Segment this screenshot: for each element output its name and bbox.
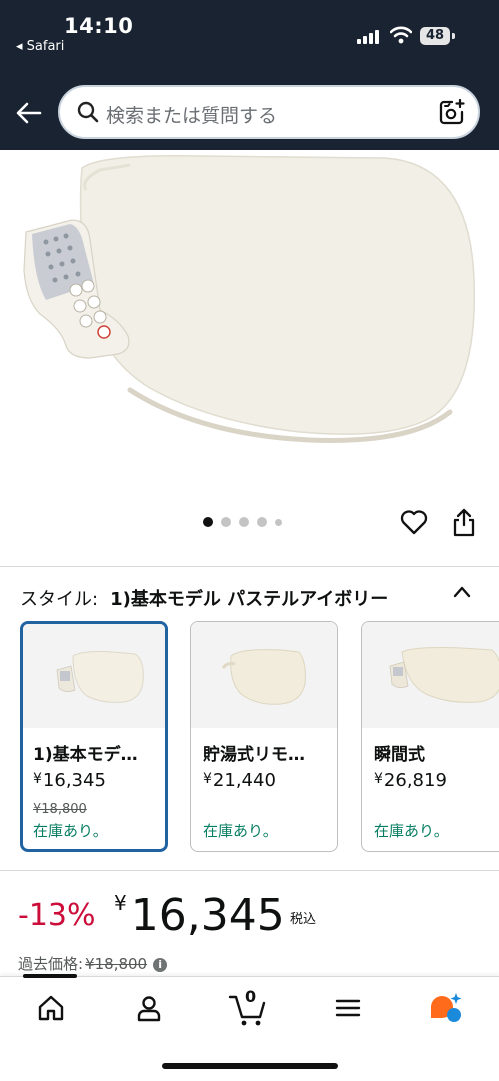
discount-percent: -13% bbox=[18, 898, 96, 933]
carousel-dot[interactable] bbox=[203, 517, 213, 527]
style-option-image bbox=[191, 622, 337, 728]
status-time: 14:10 bbox=[64, 14, 134, 38]
style-option-title: 貯湯式リモ… bbox=[203, 745, 305, 765]
style-option-card-basic[interactable]: 1)基本モデ… ¥16,345 ¥18,800 在庫あり。 bbox=[20, 621, 168, 852]
account-icon[interactable] bbox=[134, 993, 164, 1023]
style-option-card-storage[interactable]: 貯湯式リモ… ¥21,440 在庫あり。 bbox=[190, 621, 338, 852]
top-header: 14:10 ◂ Safari 48 検索または質問する bbox=[0, 0, 499, 150]
home-icon[interactable] bbox=[36, 993, 66, 1023]
search-placeholder: 検索または質問する bbox=[106, 105, 278, 127]
info-icon[interactable]: i bbox=[153, 958, 168, 972]
carousel-dot[interactable] bbox=[257, 517, 267, 527]
style-option-price-value: 16,345 bbox=[42, 770, 106, 791]
carousel-dot[interactable] bbox=[275, 518, 282, 526]
cart-button[interactable]: 0 bbox=[228, 987, 268, 1027]
currency-symbol: ¥ bbox=[114, 891, 127, 915]
style-option-stock: 在庫あり。 bbox=[203, 822, 278, 840]
past-price: 過去価格: ¥18,800 i bbox=[18, 953, 168, 974]
past-price-value: ¥18,800 bbox=[85, 955, 148, 973]
selected-style-name: 1)基本モデル パステルアイボリー bbox=[110, 589, 389, 610]
section-divider bbox=[0, 566, 499, 567]
back-to-safari-link[interactable]: ◂ Safari bbox=[16, 39, 64, 54]
carousel-dot[interactable] bbox=[239, 517, 249, 527]
style-option-image bbox=[362, 622, 499, 728]
style-option-price: ¥16,345 bbox=[33, 770, 106, 791]
heart-icon[interactable] bbox=[400, 509, 428, 535]
back-arrow-icon[interactable] bbox=[14, 98, 44, 128]
cart-count: 0 bbox=[245, 987, 257, 1006]
battery-indicator: 48 bbox=[420, 27, 450, 45]
past-price-label: 過去価格: bbox=[18, 955, 84, 973]
style-option-title: 1)基本モデ… bbox=[33, 745, 138, 765]
current-price-value: 16,345 bbox=[130, 890, 285, 941]
battery-nub bbox=[452, 33, 455, 39]
style-option-title: 瞬間式 bbox=[374, 745, 425, 765]
search-input[interactable]: 検索または質問する bbox=[58, 85, 480, 139]
rufus-icon[interactable] bbox=[428, 991, 464, 1025]
style-option-price-value: 21,440 bbox=[212, 770, 276, 791]
current-price: ¥16,345 bbox=[114, 890, 285, 941]
chevron-up-icon[interactable] bbox=[452, 582, 472, 602]
home-indicator-bar bbox=[162, 1063, 338, 1069]
style-option-price: ¥21,440 bbox=[203, 770, 276, 791]
share-icon[interactable] bbox=[452, 507, 476, 537]
style-label-text: スタイル: bbox=[20, 589, 99, 610]
product-image[interactable] bbox=[0, 150, 499, 500]
style-selector-label: スタイル: 1)基本モデル パステルアイボリー bbox=[20, 585, 388, 611]
style-option-image bbox=[23, 624, 165, 728]
cellular-signal-icon bbox=[357, 30, 379, 44]
style-option-card-instant[interactable]: 瞬間式 ¥26,819 在庫あり。 bbox=[361, 621, 499, 852]
carousel-dot[interactable] bbox=[221, 517, 231, 527]
camera-icon[interactable] bbox=[438, 98, 466, 126]
active-tab-indicator bbox=[23, 974, 77, 978]
image-carousel-dots[interactable] bbox=[203, 517, 282, 527]
search-icon bbox=[77, 101, 99, 123]
section-divider bbox=[0, 870, 499, 871]
menu-icon[interactable] bbox=[333, 993, 363, 1023]
wifi-icon bbox=[390, 26, 412, 44]
style-option-old-price: ¥18,800 bbox=[33, 802, 87, 817]
style-option-stock: 在庫あり。 bbox=[33, 822, 108, 840]
style-option-price: ¥26,819 bbox=[374, 770, 447, 791]
style-option-price-value: 26,819 bbox=[383, 770, 447, 791]
tax-included-label: 税込 bbox=[290, 912, 317, 927]
style-option-stock: 在庫あり。 bbox=[374, 822, 449, 840]
